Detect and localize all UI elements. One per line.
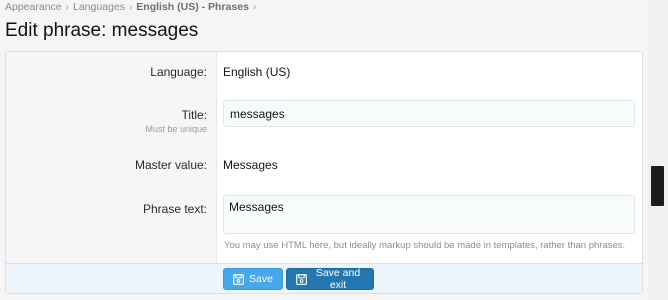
master-value: Messages bbox=[223, 158, 278, 172]
phrase-text-input[interactable]: Messages bbox=[223, 195, 635, 234]
title-label: Title: bbox=[181, 108, 207, 122]
phrase-text-label: Phrase text: bbox=[142, 202, 207, 216]
title-hint: Must be unique bbox=[145, 124, 207, 134]
phrase-explain: You may use HTML here, but ideally marku… bbox=[224, 240, 626, 251]
save-and-exit-button[interactable]: Save and exit bbox=[286, 267, 374, 291]
chevron-right-icon: › bbox=[128, 1, 133, 13]
submit-row: Save Save and exit bbox=[6, 263, 642, 293]
floppy-disk-icon bbox=[296, 273, 307, 285]
page-title: Edit phrase: messages bbox=[5, 20, 199, 41]
title-input[interactable] bbox=[223, 100, 635, 127]
chevron-right-icon: › bbox=[252, 1, 257, 13]
breadcrumb-languages[interactable]: Languages bbox=[73, 1, 125, 13]
master-value-label: Master value: bbox=[134, 158, 207, 172]
breadcrumb-appearance[interactable]: Appearance bbox=[5, 1, 62, 13]
save-and-exit-button-label: Save and exit bbox=[315, 267, 361, 291]
chevron-right-icon: › bbox=[65, 1, 69, 13]
breadcrumb-phrases[interactable]: English (US) - Phrases bbox=[136, 1, 249, 13]
scrollbar-thumb[interactable] bbox=[651, 166, 664, 206]
edit-phrase-form: Language: English (US) Title: Must be un… bbox=[5, 51, 643, 294]
language-value: English (US) bbox=[223, 65, 291, 79]
breadcrumb: Appearance › Languages › English (US) - … bbox=[5, 1, 256, 13]
save-button-label: Save bbox=[249, 273, 273, 285]
scrollbar-track[interactable] bbox=[648, 0, 668, 300]
language-label: Language: bbox=[150, 65, 207, 79]
floppy-disk-icon bbox=[233, 273, 244, 285]
save-button[interactable]: Save bbox=[223, 268, 283, 290]
